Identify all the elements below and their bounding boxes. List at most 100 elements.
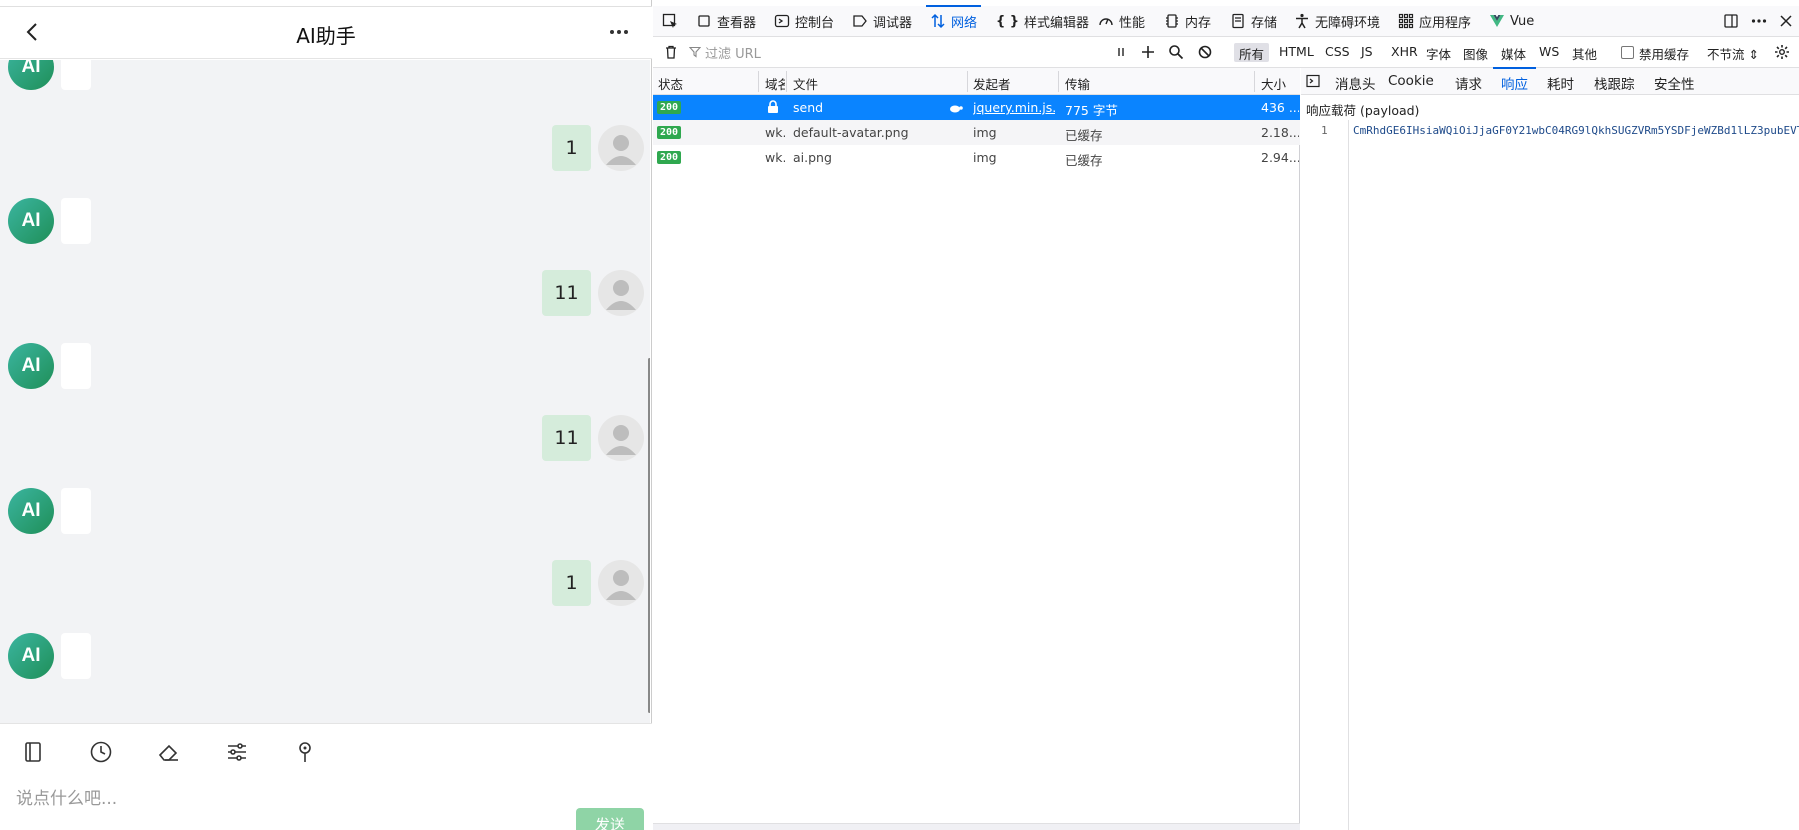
response-payload-heading[interactable]: 响应载荷 (payload) — [1306, 100, 1419, 119]
request-row[interactable]: 200 send jquery.min.js... 775 字节 436 ... — [653, 95, 1300, 120]
tab-style-editor[interactable]: { } 样式编辑器 — [996, 6, 1089, 36]
chip-icon — [1166, 14, 1178, 28]
detail-tabs: 消息头 Cookie 请求 响应 耗时 栈跟踪 安全性 — [1301, 67, 1799, 95]
request-size: 436 ... — [1261, 100, 1299, 115]
search-icon[interactable] — [1168, 44, 1184, 60]
tab-vue[interactable]: Vue — [1489, 6, 1534, 36]
pause-icon[interactable] — [1113, 44, 1129, 60]
column-transferred[interactable]: 传输 — [1065, 74, 1090, 93]
user-message-bubble: 11 — [542, 415, 591, 461]
devtools-panel: 查看器 控制台 调试器 网络 { } 样式编辑器 性能 内存 存储 无障碍环境 … — [653, 0, 1799, 830]
tab-debugger[interactable]: 调试器 — [852, 6, 912, 36]
column-divider[interactable] — [786, 71, 787, 92]
user-avatar — [598, 270, 644, 316]
trash-icon[interactable] — [663, 44, 679, 60]
disable-cache-label: 禁用缓存 — [1639, 47, 1690, 62]
request-list: 状态 域名 文件 发起者 传输 大小 200 send jquery.min.j… — [653, 68, 1300, 830]
debugger-icon — [853, 15, 867, 27]
ai-avatar: AI — [8, 60, 54, 90]
column-divider[interactable] — [1254, 71, 1255, 92]
request-row[interactable]: 200 wk.s default-avatar.png img 已缓存 2.18… — [653, 120, 1300, 145]
request-size: 2.18... — [1261, 125, 1299, 140]
response-body[interactable]: CmRhdGE6IHsiaWQiOiJjaGF0Y21wbC04RG9lQkhS… — [1353, 124, 1799, 137]
turtle-icon — [950, 105, 963, 113]
tab-inspector[interactable]: 查看器 — [696, 6, 756, 36]
horizontal-scrollbar[interactable] — [653, 823, 1300, 830]
column-domain[interactable]: 域名 — [765, 74, 785, 93]
tab-response[interactable]: 响应 — [1493, 67, 1536, 93]
request-initiator[interactable]: jquery.min.js... — [973, 100, 1055, 115]
type-filter-html[interactable]: HTML — [1274, 43, 1319, 62]
chat-scrollbar[interactable] — [648, 358, 650, 713]
type-filter-other[interactable]: 其他 — [1567, 43, 1602, 62]
type-filter-fonts[interactable]: 字体 — [1421, 43, 1456, 62]
tab-storage[interactable]: 存储 — [1230, 6, 1277, 36]
tab-application[interactable]: 应用程序 — [1398, 6, 1471, 36]
user-avatar — [598, 560, 644, 606]
request-domain: wk.s — [765, 150, 785, 165]
more-options-icon[interactable] — [1751, 13, 1767, 29]
send-button[interactable]: 发送 — [576, 808, 644, 830]
type-filter-xhr[interactable]: XHR — [1386, 43, 1423, 62]
column-file[interactable]: 文件 — [793, 74, 818, 93]
ai-avatar: AI — [8, 488, 54, 534]
column-size[interactable]: 大小 — [1261, 74, 1286, 93]
close-icon[interactable] — [1778, 13, 1794, 29]
pin-icon[interactable] — [293, 740, 317, 764]
tab-headers[interactable]: 消息头 — [1335, 73, 1376, 93]
dock-side-icon[interactable] — [1723, 13, 1739, 29]
tab-timings[interactable]: 耗时 — [1547, 73, 1574, 93]
throttle-select[interactable]: 不节流 ⇕ — [1707, 44, 1759, 63]
user-message-bubble: 1 — [552, 560, 591, 606]
column-divider[interactable] — [1058, 71, 1059, 92]
person-icon — [606, 425, 636, 455]
tab-network[interactable]: 网络 — [925, 5, 982, 36]
tab-cookies[interactable]: Cookie — [1388, 73, 1434, 89]
person-icon — [606, 135, 636, 165]
tab-accessibility[interactable]: 无障碍环境 — [1294, 6, 1380, 36]
column-initiator[interactable]: 发起者 — [973, 74, 1011, 93]
tab-label: 样式编辑器 — [1024, 15, 1090, 31]
type-filter-ws[interactable]: WS — [1534, 43, 1564, 62]
sliders-icon[interactable] — [225, 740, 249, 764]
plus-icon[interactable] — [1140, 44, 1156, 60]
ai-message-bubble — [61, 633, 91, 679]
eraser-icon[interactable] — [157, 740, 181, 764]
tab-request[interactable]: 请求 — [1455, 73, 1482, 93]
type-filter-images[interactable]: 图像 — [1458, 43, 1493, 62]
notebook-icon[interactable] — [21, 740, 45, 764]
disable-cache-checkbox[interactable] — [1621, 46, 1634, 59]
type-filter-media[interactable]: 媒体 — [1496, 43, 1531, 62]
column-status[interactable]: 状态 — [658, 74, 683, 93]
type-filter-css[interactable]: CSS — [1320, 43, 1355, 62]
network-arrows-icon — [931, 13, 945, 29]
tab-memory[interactable]: 内存 — [1164, 6, 1211, 36]
block-icon[interactable] — [1197, 44, 1213, 60]
tab-label: 控制台 — [795, 15, 835, 31]
request-transferred: 已缓存 — [1065, 153, 1103, 168]
type-filter-all[interactable]: 所有 — [1234, 43, 1270, 62]
user-message-bubble: 1 — [552, 125, 591, 171]
storage-icon — [1232, 13, 1244, 29]
clock-icon[interactable] — [89, 740, 113, 764]
request-file: ai.png — [793, 150, 832, 165]
tab-stack-trace[interactable]: 栈跟踪 — [1594, 73, 1635, 93]
request-transferred: 已缓存 — [1065, 128, 1103, 143]
request-row[interactable]: 200 wk.s ai.png img 已缓存 2.94... — [653, 145, 1300, 170]
tab-security[interactable]: 安全性 — [1654, 73, 1695, 93]
type-filter-js[interactable]: JS — [1356, 43, 1378, 62]
message-input[interactable] — [16, 784, 556, 814]
gear-icon[interactable] — [1774, 44, 1790, 60]
vue-logo-icon — [1490, 15, 1504, 27]
more-dots-icon[interactable] — [608, 21, 630, 43]
toggle-panel-icon[interactable] — [1306, 74, 1320, 88]
filter-url-field[interactable]: 过滤 URL — [689, 37, 761, 67]
tab-performance[interactable]: 性能 — [1098, 6, 1145, 36]
column-divider[interactable] — [758, 71, 759, 92]
chat-header: AI助手 — [0, 7, 652, 59]
tab-console[interactable]: 控制台 — [774, 6, 834, 36]
message-list[interactable]: AI 1 AI 11 AI 11 AI 1 AI — [0, 60, 650, 723]
gauge-icon — [1099, 18, 1113, 26]
element-picker-icon[interactable] — [662, 13, 678, 29]
column-divider[interactable] — [967, 71, 968, 92]
